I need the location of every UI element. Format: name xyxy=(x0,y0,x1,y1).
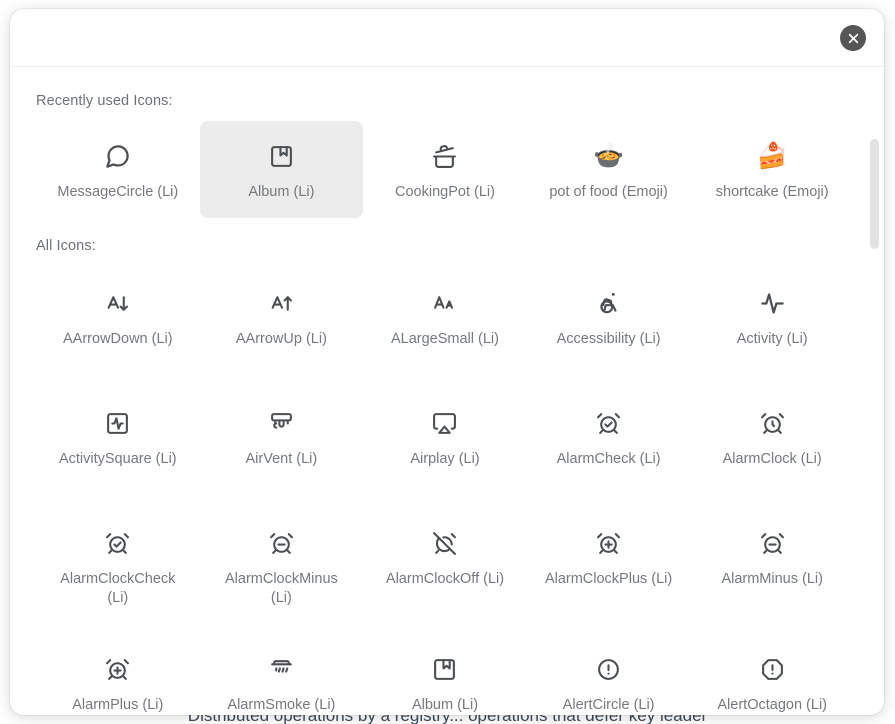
icon-cell-alarm-clock-icon[interactable]: AlarmClock (Li) xyxy=(690,386,854,498)
icon-cell-label: Album (Li) xyxy=(248,184,315,200)
icon-cell-alert-circle-icon[interactable]: AlertCircle (Li) xyxy=(527,632,691,715)
cooking-pot-icon xyxy=(432,139,457,173)
icon-cell-label: AlarmClockMinus (Li) xyxy=(224,571,338,606)
album-icon xyxy=(269,139,294,173)
icon-cell-alarm-clock-check-icon[interactable]: AlarmClockCheck (Li) xyxy=(36,506,200,624)
icon-cell-label: Activity (Li) xyxy=(736,331,808,347)
icon-cell-label: AlertCircle (Li) xyxy=(562,697,655,713)
alarm-clock-off-icon xyxy=(432,526,457,560)
icon-cell-a-large-small-icon[interactable]: ALargeSmall (Li) xyxy=(363,266,527,378)
pot-of-food-emoji: 🍲 xyxy=(593,141,625,170)
icon-picker-modal: Recently used Icons: MessageCircle (Li) A… xyxy=(10,9,884,715)
a-large-small-icon xyxy=(432,286,457,320)
icon-cell-a-arrow-down-icon[interactable]: AArrowDown (Li) xyxy=(36,266,200,378)
icon-cell-label: AlarmMinus (Li) xyxy=(721,571,823,587)
icon-cell-label: CookingPot (Li) xyxy=(395,184,495,200)
icon-cell-album-icon[interactable]: Album (Li) xyxy=(363,632,527,715)
icon-cell-label: AlarmPlus (Li) xyxy=(72,697,164,713)
accessibility-icon xyxy=(596,286,622,320)
icon-cell-alarm-plus-icon[interactable]: AlarmPlus (Li) xyxy=(36,632,200,715)
icon-cell-a-arrow-up-icon[interactable]: AArrowUp (Li) xyxy=(200,266,364,378)
message-circle-icon xyxy=(104,139,131,173)
icon-cell-label: ALargeSmall (Li) xyxy=(390,331,499,347)
alarm-plus-icon xyxy=(105,652,130,686)
icon-cell-alarm-clock-plus-icon[interactable]: AlarmClockPlus (Li) xyxy=(527,506,691,624)
recently-used-label: Recently used Icons: xyxy=(36,93,173,109)
icon-cell-alert-octagon-icon[interactable]: AlertOctagon (Li) xyxy=(690,632,854,715)
icon-cell-label: AirVent (Li) xyxy=(245,451,318,467)
icon-cell-alarm-clock-off-icon[interactable]: AlarmClockOff (Li) xyxy=(363,506,527,624)
all-icons-grid: AArrowDown (Li) AArrowUp (Li) ALargeSmall … xyxy=(36,266,854,715)
icon-cell-accessibility-icon[interactable]: Accessibility (Li) xyxy=(527,266,691,378)
icon-cell-label: AlertOctagon (Li) xyxy=(717,697,827,713)
icon-cell-label: AlarmCheck (Li) xyxy=(556,451,661,467)
alarm-clock-check-icon xyxy=(105,526,130,560)
icon-cell-alarm-check-icon[interactable]: AlarmCheck (Li) xyxy=(527,386,691,498)
air-vent-icon xyxy=(269,406,294,440)
close-icon[interactable] xyxy=(840,25,866,51)
modal-scrollbar[interactable] xyxy=(870,71,879,711)
icon-cell-label: AlarmClockOff (Li) xyxy=(385,571,505,587)
alert-circle-icon xyxy=(596,652,621,686)
alarm-clock-icon xyxy=(760,406,785,440)
activity-square-icon xyxy=(105,406,130,440)
icon-cell-alarm-clock-minus-icon[interactable]: AlarmClockMinus (Li) xyxy=(200,506,364,624)
icon-cell-airplay-icon[interactable]: Airplay (Li) xyxy=(363,386,527,498)
all-icons-label: All Icons: xyxy=(36,238,96,254)
activity-icon xyxy=(759,286,786,320)
alarm-clock-minus-icon xyxy=(269,526,294,560)
icon-cell-label: AlarmClock (Li) xyxy=(722,451,822,467)
icon-cell-alarm-smoke-icon[interactable]: AlarmSmoke (Li) xyxy=(200,632,364,715)
recently-used-icon-grid: MessageCircle (Li) Album (Li) CookingPot (… xyxy=(36,121,854,218)
a-arrow-down-icon xyxy=(105,286,130,320)
alarm-check-icon xyxy=(596,406,621,440)
icon-cell-label: Album (Li) xyxy=(411,697,479,713)
icon-cell-label: AArrowUp (Li) xyxy=(235,331,327,347)
icon-cell-label: Accessibility (Li) xyxy=(556,331,661,347)
icon-cell-shortcake-emoji[interactable]: 🍰 shortcake (Emoji) xyxy=(690,121,854,218)
icon-cell-activity-square-icon[interactable]: ActivitySquare (Li) xyxy=(36,386,200,498)
icon-cell-cooking-pot-icon[interactable]: CookingPot (Li) xyxy=(363,121,527,218)
icon-cell-label: AlarmClockCheck (Li) xyxy=(60,571,176,606)
icon-cell-label: Airplay (Li) xyxy=(410,451,480,467)
icon-cell-pot-of-food-emoji[interactable]: 🍲 pot of food (Emoji) xyxy=(527,121,691,218)
modal-scrollbar-thumb[interactable] xyxy=(870,139,879,249)
icon-cell-activity-icon[interactable]: Activity (Li) xyxy=(690,266,854,378)
shortcake-emoji: 🍰 xyxy=(756,141,788,170)
alarm-minus-icon xyxy=(760,526,785,560)
icon-cell-label: MessageCircle (Li) xyxy=(57,184,179,200)
icon-cell-message-circle-icon[interactable]: MessageCircle (Li) xyxy=(36,121,200,218)
icon-cell-label: pot of food (Emoji) xyxy=(549,184,668,200)
modal-body[interactable]: Recently used Icons: MessageCircle (Li) A… xyxy=(10,67,884,715)
alarm-clock-plus-icon xyxy=(596,526,621,560)
icon-cell-label: shortcake (Emoji) xyxy=(715,184,829,200)
icon-cell-album-icon[interactable]: Album (Li) xyxy=(199,121,364,218)
album-icon xyxy=(432,652,457,686)
a-arrow-up-icon xyxy=(269,286,294,320)
alarm-smoke-icon xyxy=(269,652,294,686)
icon-cell-label: AlarmSmoke (Li) xyxy=(227,697,336,713)
icon-cell-alarm-minus-icon[interactable]: AlarmMinus (Li) xyxy=(690,506,854,624)
icon-cell-label: AlarmClockPlus (Li) xyxy=(544,571,673,587)
icon-cell-air-vent-icon[interactable]: AirVent (Li) xyxy=(200,386,364,498)
icon-cell-label: ActivitySquare (Li) xyxy=(58,451,177,467)
airplay-icon xyxy=(432,406,457,440)
modal-header xyxy=(10,9,884,67)
icon-cell-label: AArrowDown (Li) xyxy=(63,331,173,347)
alert-octagon-icon xyxy=(760,652,785,686)
